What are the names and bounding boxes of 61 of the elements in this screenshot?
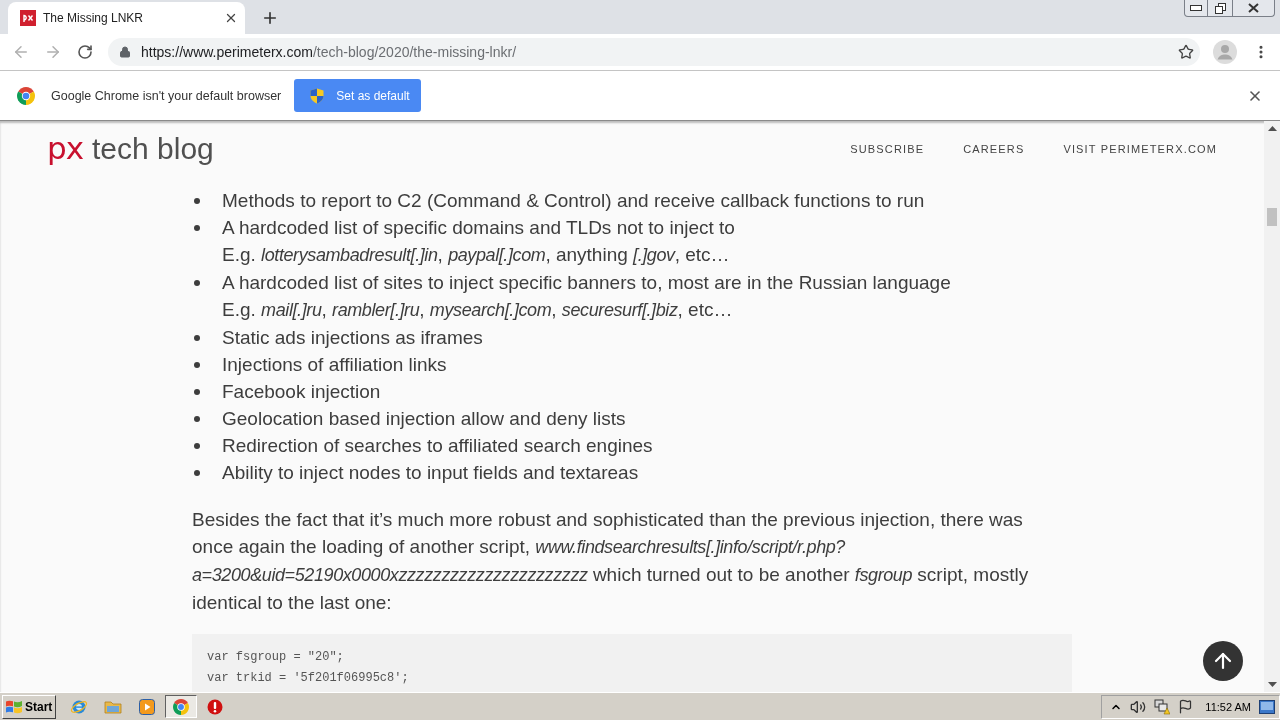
reload-icon[interactable] <box>77 44 93 60</box>
browser-logo-icon <box>17 86 35 105</box>
nav-link[interactable]: CAREERS <box>963 142 1025 155</box>
start-button[interactable]: Start <box>2 694 56 719</box>
article-paragraph: Besides the fact that it’s much more robust and sophisticated than the previous injection, there was once again the loading of another script, www.findsearchresults[.]info/script/r.php?a=3200&uid=52190x0000xzzzzzzzzzzzzzzzzzzzzzz which turned out to be another fsgroup script, mostly identical to the last one: <box>192 508 1030 615</box>
network-icon[interactable] <box>1154 698 1171 715</box>
example-text: E.g. mail[.]ru, rambler[.]ru, mysearch[.]com, securesurf[.]biz, etc… <box>222 298 734 322</box>
list-item-text: Methods to report to C2 (Command & Control) and receive callback functions to run <box>222 189 925 213</box>
bullet-icon <box>194 335 200 341</box>
scroll-to-top-button[interactable] <box>1203 641 1243 681</box>
example-text: E.g. lotterysambadresult[.]in, paypal[.]com, anything [.]gov, etc… <box>222 243 731 267</box>
bullet-icon <box>194 362 200 368</box>
minimize-icon <box>1190 5 1202 11</box>
folder-icon <box>104 698 122 715</box>
close-window-button[interactable] <box>1232 0 1275 17</box>
speaker-icon[interactable] <box>1130 698 1147 715</box>
flag-icon[interactable] <box>1178 699 1194 714</box>
browser-tab[interactable]: The Missing LNKR <box>8 2 245 34</box>
scroll-down-icon[interactable] <box>1267 682 1277 687</box>
bookmark-star-icon[interactable] <box>1178 44 1194 60</box>
list-item-text: Static ads injections as iframes <box>222 326 483 350</box>
list-item-text: Injections of affiliation links <box>222 353 447 377</box>
list-item-text: Geolocation based injection allow and deny lists <box>222 407 626 431</box>
shield-icon <box>310 87 325 104</box>
code-line: var fsgroup = "20"; <box>207 649 345 666</box>
nav-link[interactable]: SUBSCRIBE <box>850 142 925 155</box>
bullet-icon <box>194 443 200 449</box>
play-icon <box>139 698 155 715</box>
close-icon <box>1248 3 1259 13</box>
code-line: var trkid = '5f201f06995c8'; <box>207 670 410 687</box>
scrollbar-thumb[interactable] <box>1267 208 1277 226</box>
list-item-text: Ability to inject nodes to input fields and textareas <box>222 461 639 485</box>
bullet-icon <box>194 280 200 286</box>
windows-flag-icon <box>5 698 23 715</box>
clock: 11:52 AM <box>1205 700 1251 713</box>
bullet-icon <box>194 416 200 422</box>
nav-link[interactable]: VISIT PERIMETERX.COM <box>1063 142 1217 155</box>
infobar-message: Google Chrome isn't your default browser <box>51 88 282 103</box>
restore-icon <box>1214 2 1226 14</box>
restore-button[interactable] <box>1207 0 1233 17</box>
close-tab-icon[interactable] <box>224 11 238 25</box>
bullet-icon <box>194 225 200 231</box>
list-item-text: A hardcoded list of specific domains and TLDs not to inject to <box>222 216 735 240</box>
bullet-icon <box>194 470 200 476</box>
bullet-icon <box>194 389 200 395</box>
list-item-text: Redirection of searches to affiliated search engines <box>222 434 653 458</box>
address-bar[interactable]: https://www.perimeterx.com/tech-blog/2020/the-missing-lnkr/ <box>108 38 1200 66</box>
scroll-up-icon[interactable] <box>1267 126 1277 131</box>
lock-icon <box>119 46 131 58</box>
logo-mark: px <box>47 133 84 164</box>
new-tab-icon[interactable] <box>261 9 279 27</box>
minimize-button[interactable] <box>1184 0 1208 17</box>
list-item-text: Facebook injection <box>222 380 381 404</box>
browser-logo-icon <box>173 698 189 715</box>
alert-icon <box>207 698 223 715</box>
show-desktop-icon[interactable] <box>1259 699 1275 714</box>
bullet-icon <box>194 198 200 204</box>
favicon-icon <box>20 10 36 26</box>
list-item-text: A hardcoded list of sites to inject specific banners to, most are in the Russian language <box>222 271 951 295</box>
logo-text: tech blog <box>92 134 214 164</box>
taskbar-button[interactable] <box>165 695 197 718</box>
